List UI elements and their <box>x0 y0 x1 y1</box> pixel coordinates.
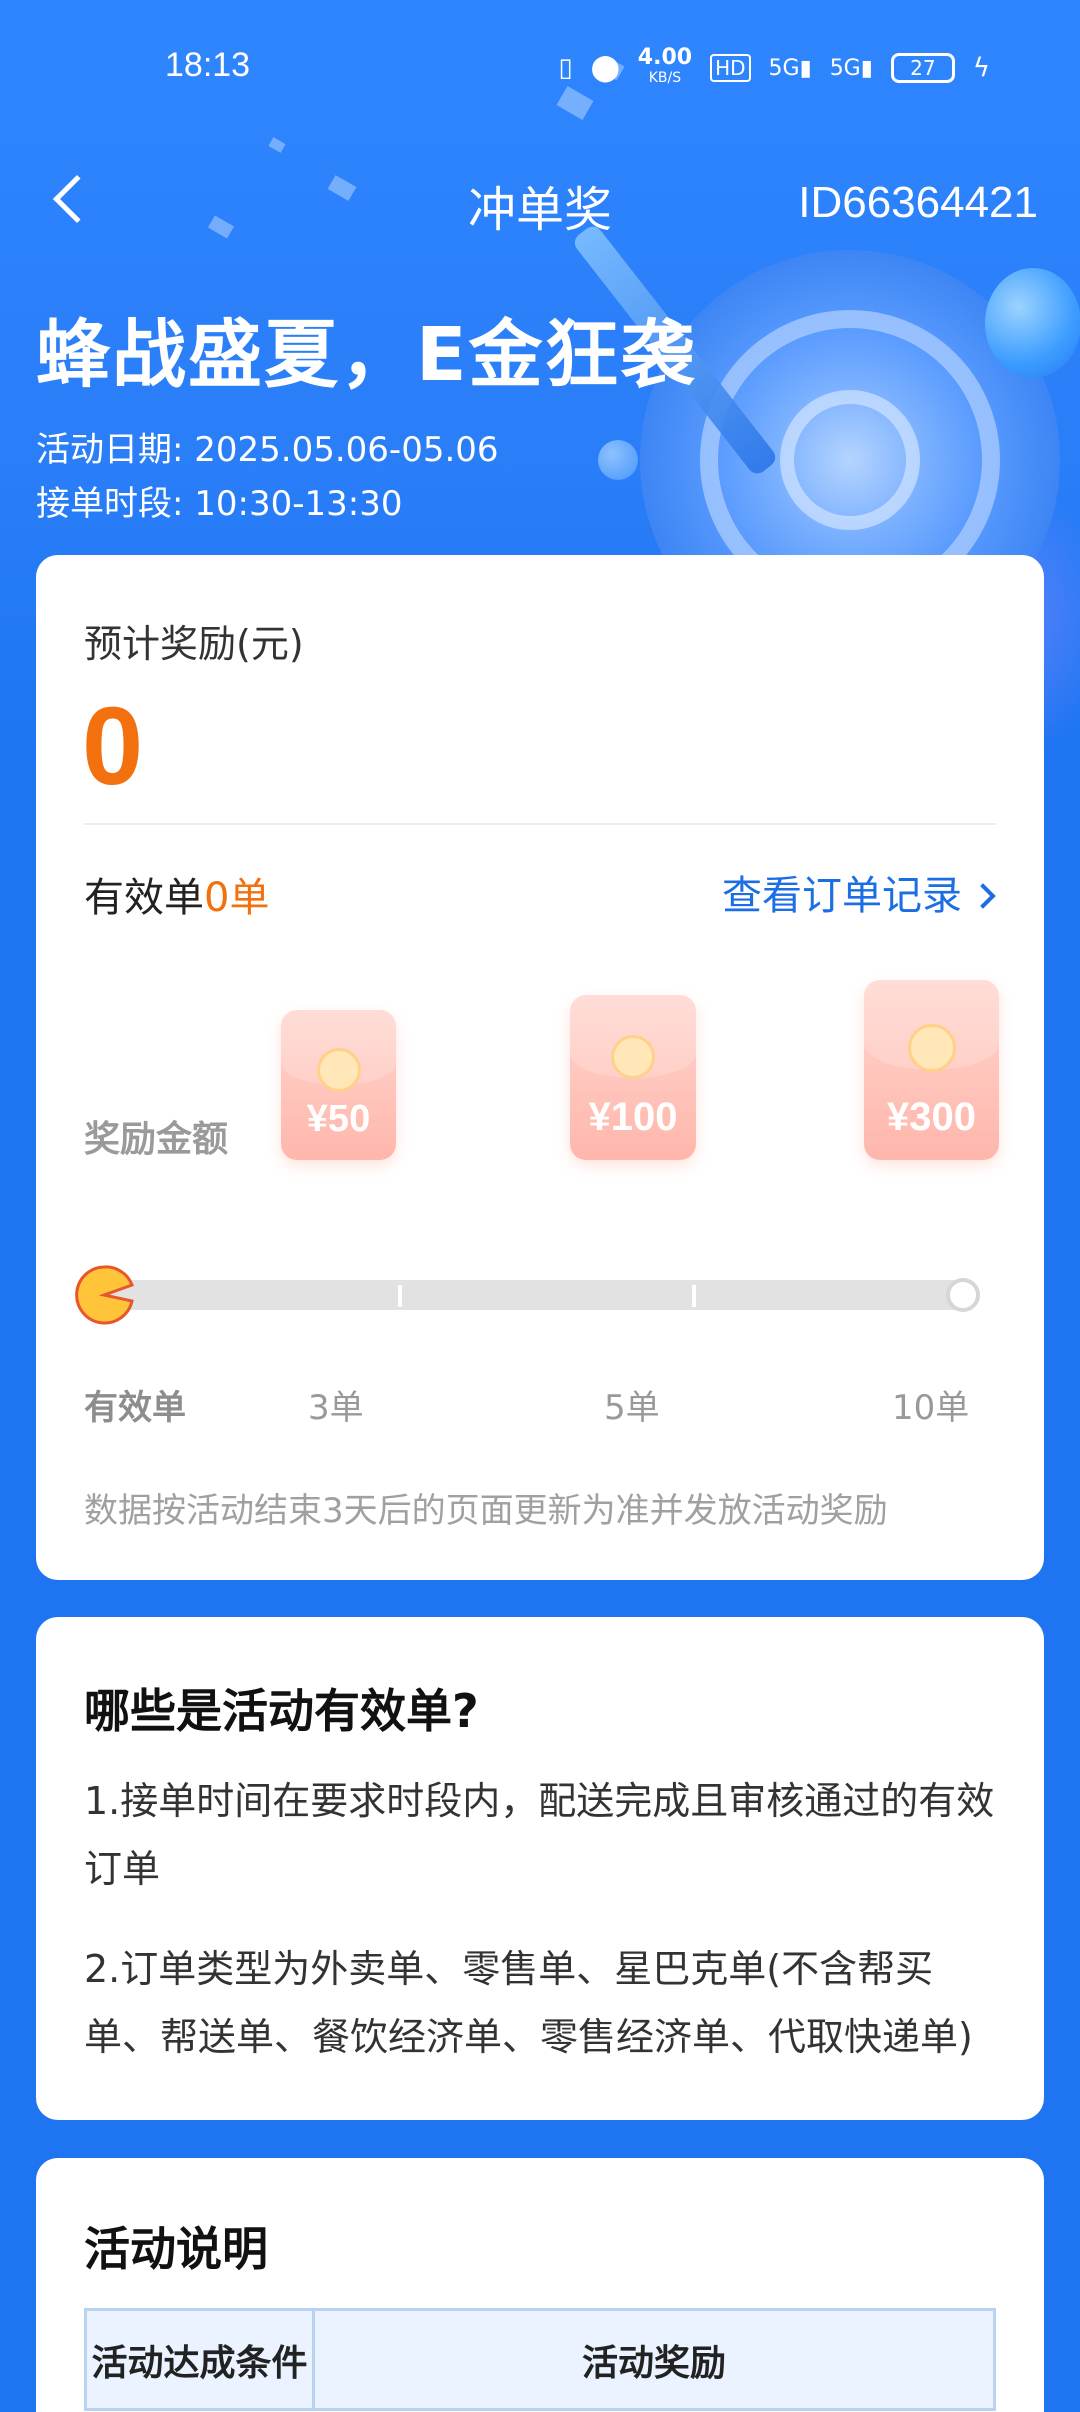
view-order-records-link[interactable]: 查看订单记录 <box>722 863 996 921</box>
coin-icon <box>907 1024 956 1072</box>
net-speed: 4.00 KB/S <box>637 45 693 87</box>
target-ring <box>780 390 920 530</box>
progress-indicator-icon <box>75 1265 134 1325</box>
vibrate-icon: ▯ <box>558 53 573 83</box>
signal-5g-icon: 5G▮ <box>768 55 812 81</box>
tier-orders-1: 3单 <box>308 1388 364 1428</box>
status-icons: ▯ ⬤ 4.00 KB/S HD 5G▮ 5G▮ 27 ϟ <box>558 45 990 88</box>
valid-order-count: 有效单0单 <box>84 875 270 921</box>
table-header-condition: 活动达成条件 <box>84 2308 315 2411</box>
description-table: 活动达成条件 活动奖励 <box>84 2308 996 2411</box>
signal-5g-icon: 5G▮ <box>829 55 873 81</box>
reward-card: 预计奖励(元) 0 有效单0单 查看订单记录 奖励金额 ¥50 ¥100 ¥30… <box>36 555 1044 1580</box>
valid-orders-rule-2: 2.订单类型为外卖单、零售单、星巴克单(不含帮买单、帮送单、餐饮经济单、零售经济… <box>84 1947 973 2059</box>
status-bar: 18:13 ▯ ⬤ 4.00 KB/S HD 5G▮ 5G▮ 27 ϟ <box>0 0 1080 140</box>
coin-icon <box>316 1048 361 1092</box>
red-packet-tier-3: ¥300 <box>864 980 999 1160</box>
reward-note: 数据按活动结束3天后的页面更新为准并发放活动奖励 <box>84 1491 888 1531</box>
divider <box>84 823 996 825</box>
description-title: 活动说明 <box>84 2222 268 2276</box>
axis-label: 有效单 <box>84 1388 186 1428</box>
coin-icon <box>611 1035 655 1079</box>
hd-icon: HD <box>710 54 751 82</box>
decor-ball <box>598 440 638 480</box>
estimated-reward-label: 预计奖励(元) <box>84 622 304 666</box>
table-header-reward: 活动奖励 <box>312 2308 996 2411</box>
battery-icon: 27 <box>890 53 955 83</box>
tier-orders-3: 10单 <box>892 1388 970 1428</box>
campaign-date: 活动日期: 2025.05.06-05.06 <box>36 430 499 470</box>
status-time: 18:13 <box>165 46 251 84</box>
valid-orders-title: 哪些是活动有效单? <box>84 1684 479 1738</box>
description-card: 活动说明 活动达成条件 活动奖励 <box>36 2158 1044 2412</box>
campaign-time: 接单时段: 10:30-13:30 <box>36 484 403 524</box>
charging-icon: ϟ <box>972 53 990 83</box>
red-packet-tier-1: ¥50 <box>281 1010 396 1160</box>
progress-track <box>98 1278 980 1312</box>
location-icon: ⬤ <box>590 53 620 83</box>
campaign-headline: 蜂战盛夏，E金狂袭 <box>36 312 697 398</box>
valid-orders-rule-1: 1.接单时间在要求时段内，配送完成且审核通过的有效订单 <box>84 1779 995 1891</box>
progress-end-marker <box>946 1278 980 1312</box>
chevron-right-icon <box>970 883 996 909</box>
tier-orders-2: 5单 <box>604 1388 660 1428</box>
progress-tick <box>398 1285 402 1307</box>
user-id: ID66364421 <box>798 178 1038 227</box>
estimated-reward-amount: 0 <box>82 685 144 808</box>
red-packet-tier-2: ¥100 <box>570 995 696 1160</box>
decor-ball <box>985 268 1080 378</box>
reward-amount-label: 奖励金额 <box>84 1119 229 1160</box>
valid-orders-card: 哪些是活动有效单? 1.接单时间在要求时段内，配送完成且审核通过的有效订单 2.… <box>36 1617 1044 2120</box>
progress-tick <box>692 1285 696 1307</box>
